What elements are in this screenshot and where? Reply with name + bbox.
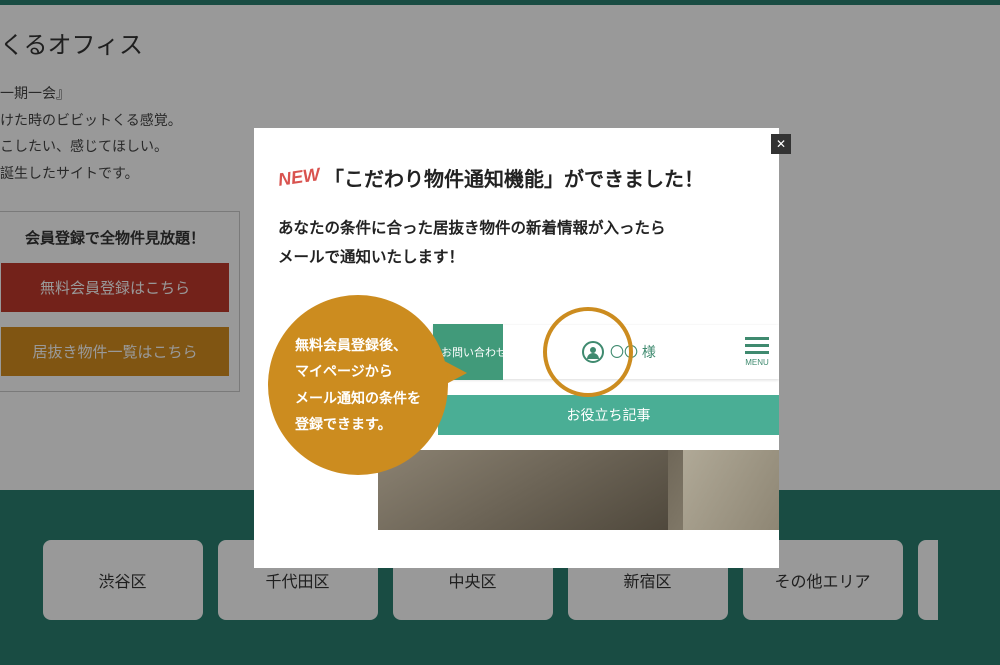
demo-photo	[378, 450, 779, 530]
photo-segment	[683, 450, 780, 530]
bubble-line: 登録できます。	[295, 411, 421, 438]
highlight-circle-icon	[543, 307, 633, 397]
new-badge: NEW	[277, 164, 322, 191]
modal-title: NEW「こだわり物件通知機能」ができました！	[278, 163, 755, 192]
menu-label: MENU	[735, 358, 779, 367]
photo-segment	[378, 450, 668, 530]
hamburger-menu-icon: MENU	[735, 337, 779, 367]
modal-lead: あなたの条件に合った居抜き物件の新着情報が入ったら メールで通知いたします！	[278, 214, 755, 273]
bubble-line: 無料会員登録後、	[295, 332, 421, 359]
close-button[interactable]: ✕	[771, 134, 791, 154]
modal-lead-line: メールで通知いたします！	[278, 243, 755, 272]
bubble-line: マイページから	[295, 358, 421, 385]
demo-area: 無料会員登録後、 マイページから メール通知の条件を 登録できます。 お問い合わ…	[278, 295, 755, 555]
feature-modal: NEW「こだわり物件通知機能」ができました！ あなたの条件に合った居抜き物件の新…	[254, 128, 779, 568]
modal-title-text: 「こだわり物件通知機能」ができました！	[324, 169, 704, 191]
speech-bubble: 無料会員登録後、 マイページから メール通知の条件を 登録できます。	[268, 295, 448, 475]
modal-lead-line: あなたの条件に合った居抜き物件の新着情報が入ったら	[278, 214, 755, 243]
demo-subnav: お役立ち記事	[438, 395, 779, 435]
bubble-line: メール通知の条件を	[295, 385, 421, 412]
